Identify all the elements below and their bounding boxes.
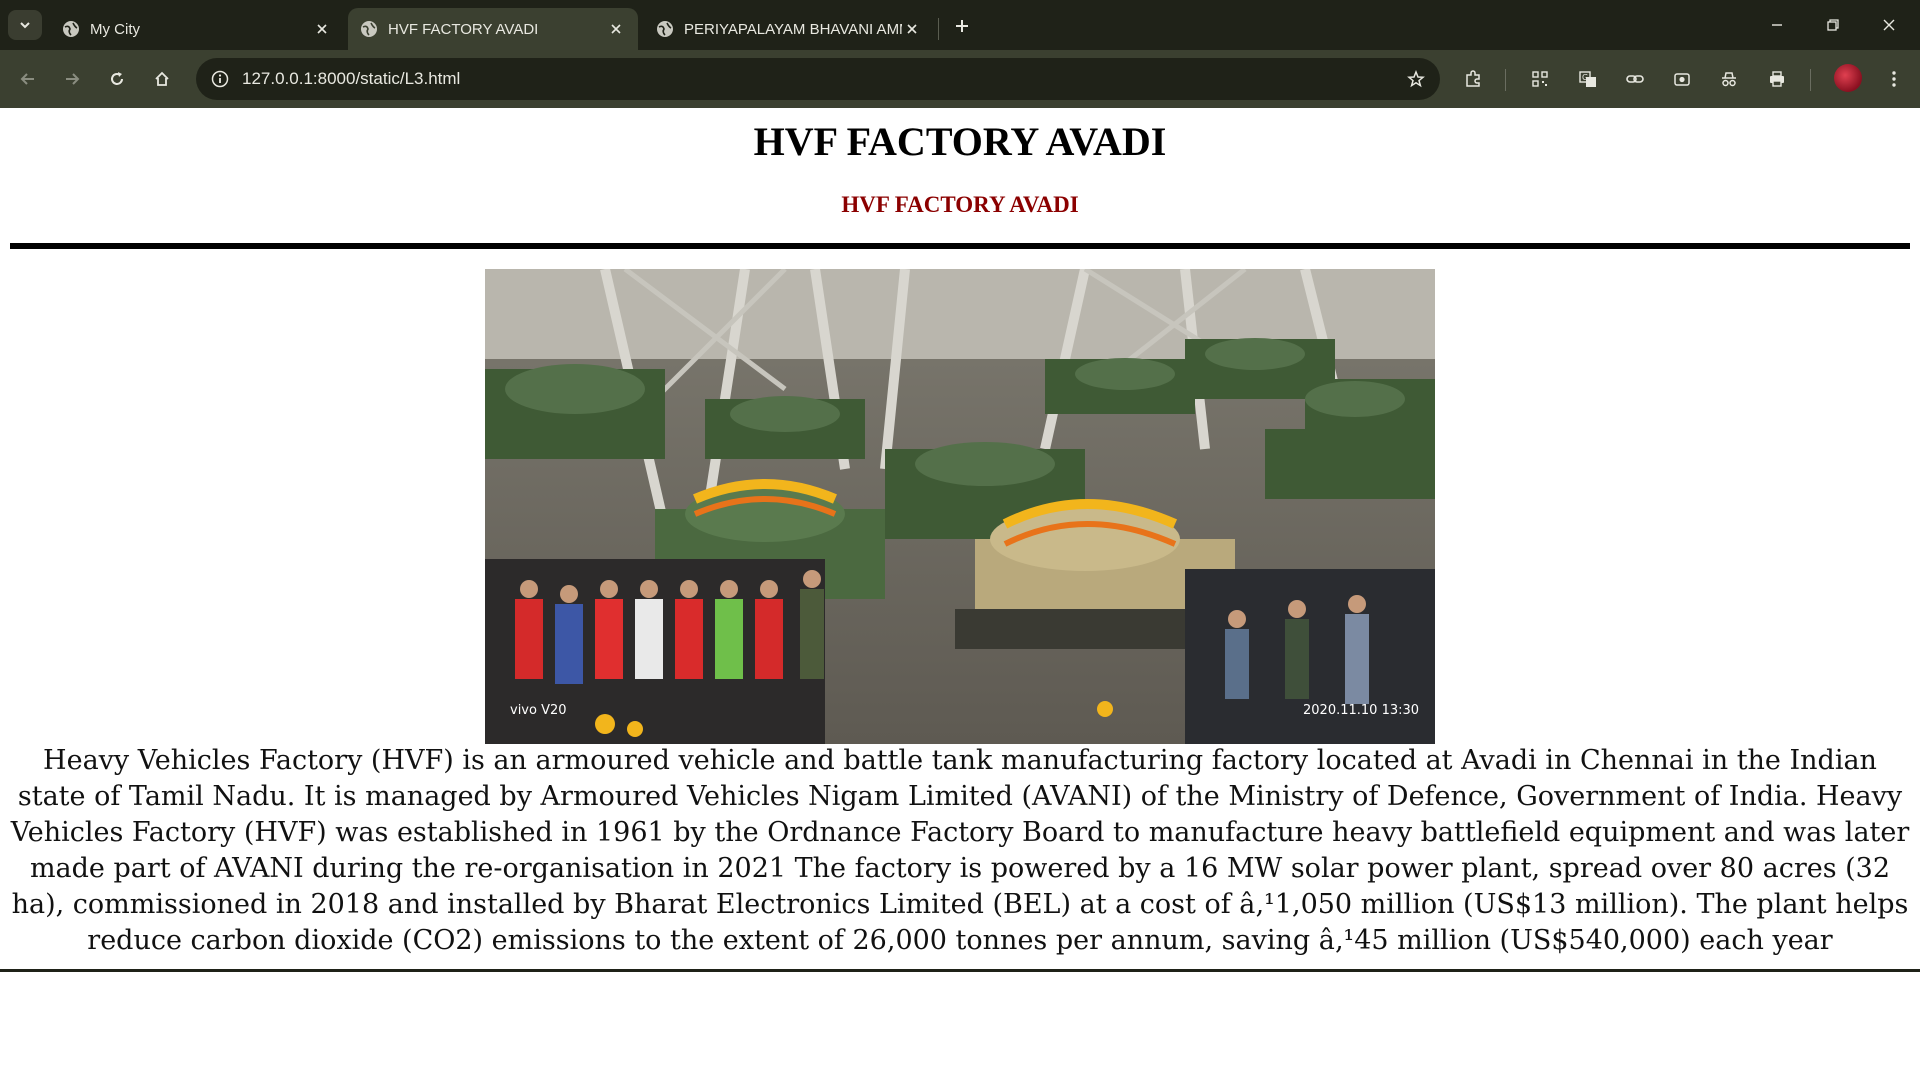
restore-icon	[1827, 19, 1839, 31]
page-content: HVF FACTORY AVADI HVF FACTORY AVADI vivo…	[0, 108, 1920, 1080]
page-subtitle: HVF FACTORY AVADI	[841, 192, 1079, 217]
plus-icon	[956, 20, 968, 32]
qr-code-icon	[1532, 71, 1548, 87]
description-paragraph: Heavy Vehicles Factory (HVF) is an armou…	[10, 745, 1910, 956]
translate-button[interactable]: G	[1570, 61, 1606, 97]
reload-button[interactable]	[99, 61, 135, 97]
photo-caption-timestamp: 2020.11.10 13:30	[1303, 703, 1419, 718]
factory-photo: vivo V20 2020.11.10 13:30	[485, 269, 1435, 744]
chevron-down-icon	[20, 22, 30, 29]
window-bottom-edge	[0, 969, 1920, 972]
home-button[interactable]	[144, 61, 180, 97]
tab-title: My City	[90, 20, 140, 38]
menu-button[interactable]	[1876, 61, 1912, 97]
photo-caption-device: vivo V20	[510, 703, 567, 718]
translate-icon: G	[1579, 71, 1596, 87]
puzzle-icon	[1466, 70, 1480, 87]
link-icon	[1626, 75, 1644, 83]
print-button[interactable]	[1759, 61, 1795, 97]
reload-icon	[111, 72, 123, 85]
incognito-button[interactable]	[1711, 61, 1747, 97]
tab-hvf-factory[interactable]: HVF FACTORY AVADI	[348, 8, 638, 50]
forward-button[interactable]	[54, 61, 90, 97]
qr-code-button[interactable]	[1522, 61, 1558, 97]
back-button[interactable]	[10, 61, 46, 97]
url-text[interactable]: 127.0.0.1:8000/static/L3.html	[242, 58, 460, 100]
copy-link-button[interactable]	[1617, 61, 1653, 97]
close-icon[interactable]	[902, 19, 922, 39]
arrow-left-icon	[20, 73, 34, 85]
globe-icon	[360, 20, 378, 38]
tab-title: PERIYAPALAYAM BHAVANI AMMAN	[684, 20, 902, 38]
toolbar-divider	[1810, 69, 1811, 91]
star-icon	[1407, 70, 1425, 88]
tab-periyapalayam[interactable]: PERIYAPALAYAM BHAVANI AMMAN	[644, 8, 934, 50]
profile-avatar[interactable]	[1834, 64, 1862, 92]
camera-icon	[1674, 73, 1690, 86]
kebab-menu-icon	[1892, 71, 1896, 87]
tab-my-city[interactable]: My City	[50, 8, 344, 50]
address-bar[interactable]: 127.0.0.1:8000/static/L3.html	[196, 58, 1440, 100]
close-icon	[1883, 19, 1895, 31]
factory-photo-illustration: vivo V20 2020.11.10 13:30	[485, 269, 1435, 744]
globe-icon	[656, 20, 674, 38]
minimize-button[interactable]	[1754, 0, 1800, 50]
tab-divider	[938, 18, 939, 40]
close-icon[interactable]	[312, 19, 332, 39]
toolbar-divider	[1505, 69, 1506, 91]
tab-strip: My City HVF FACTORY AVADI PERIYAPALAYAM …	[0, 0, 1920, 50]
tab-search-button[interactable]	[8, 10, 42, 40]
minimize-icon	[1772, 24, 1782, 26]
arrow-right-icon	[66, 73, 80, 85]
close-window-button[interactable]	[1866, 0, 1912, 50]
close-icon[interactable]	[606, 19, 626, 39]
print-icon	[1770, 71, 1784, 87]
incognito-icon	[1722, 72, 1736, 87]
tab-title: HVF FACTORY AVADI	[388, 20, 539, 38]
home-icon	[155, 71, 169, 86]
page-title: HVF FACTORY AVADI	[753, 119, 1167, 164]
horizontal-rule	[10, 243, 1910, 249]
svg-text:G: G	[1582, 73, 1588, 82]
restore-button[interactable]	[1810, 0, 1856, 50]
bookmark-button[interactable]	[1400, 63, 1432, 95]
info-icon	[211, 70, 229, 88]
browser-toolbar: 127.0.0.1:8000/static/L3.html G	[0, 50, 1920, 108]
globe-icon	[62, 20, 80, 38]
screenshot-button[interactable]	[1664, 61, 1700, 97]
extensions-button[interactable]	[1455, 61, 1491, 97]
new-tab-button[interactable]	[948, 12, 976, 40]
site-info-button[interactable]	[204, 63, 236, 95]
